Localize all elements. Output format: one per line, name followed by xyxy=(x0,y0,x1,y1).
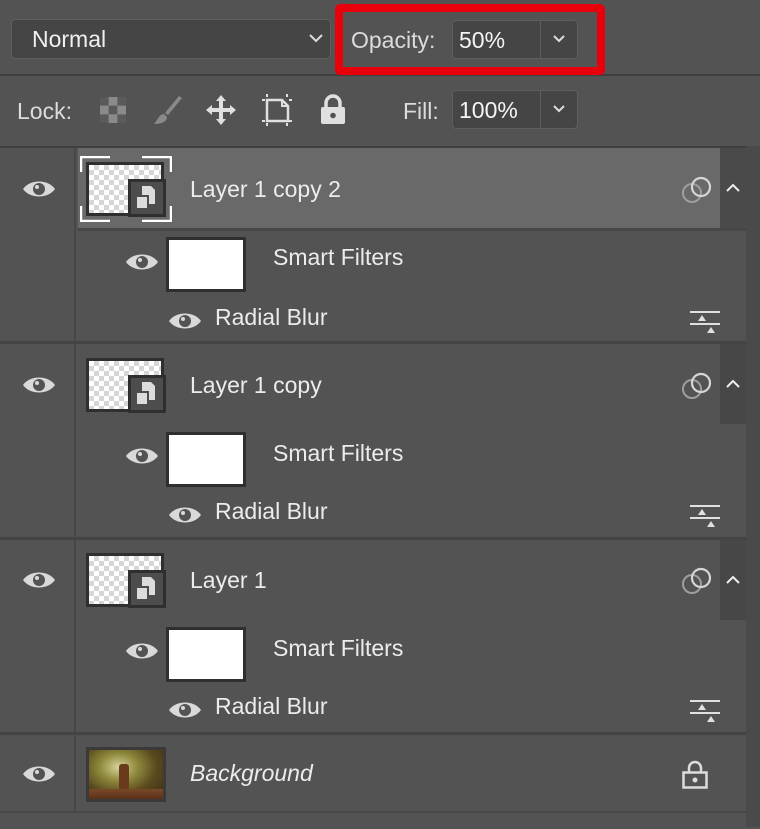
smart-filters-label[interactable]: Smart Filters xyxy=(273,440,403,467)
eye-icon[interactable] xyxy=(22,763,56,785)
layer-row-layer-1[interactable]: Layer 1 Smart Filters Radial Blur xyxy=(0,540,746,733)
smart-object-badge xyxy=(128,179,166,217)
smart-filter-link-icon xyxy=(682,372,712,399)
layer-name[interactable]: Background xyxy=(190,760,313,787)
lock-icon[interactable] xyxy=(680,759,710,791)
smart-filter-mask-thumbnail[interactable] xyxy=(166,432,246,487)
filter-name[interactable]: Radial Blur xyxy=(215,498,328,525)
lock-image-pixels-icon[interactable] xyxy=(151,93,185,127)
smart-filter-link-icon xyxy=(682,176,712,203)
chevron-down-icon xyxy=(309,34,323,43)
collapse-area[interactable] xyxy=(720,540,746,620)
eye-icon[interactable] xyxy=(168,310,202,332)
chevron-up-icon[interactable] xyxy=(725,378,741,390)
layer-name[interactable]: Layer 1 xyxy=(190,567,267,594)
smart-filters-label[interactable]: Smart Filters xyxy=(273,244,403,271)
layer-row-layer-1-copy[interactable]: Layer 1 copy Smart Filters Radial Blur xyxy=(0,344,746,538)
eye-icon[interactable] xyxy=(125,251,159,273)
scrollbar[interactable] xyxy=(746,146,760,827)
blend-mode-value: Normal xyxy=(32,26,107,52)
eye-icon[interactable] xyxy=(22,374,56,396)
panel-footer xyxy=(0,811,746,829)
eye-icon[interactable] xyxy=(168,699,202,721)
chevron-down-icon[interactable] xyxy=(551,102,567,116)
layer-name[interactable]: Layer 1 copy 2 xyxy=(190,176,341,203)
eye-icon[interactable] xyxy=(22,569,56,591)
smart-filter-mask-thumbnail[interactable] xyxy=(166,237,246,292)
smart-object-badge xyxy=(128,570,166,608)
divider xyxy=(540,91,541,128)
lock-transparent-pixels-icon[interactable] xyxy=(96,93,130,127)
blend-mode-dropdown[interactable]: Normal xyxy=(11,19,331,59)
smart-object-icon xyxy=(137,577,155,599)
eye-icon[interactable] xyxy=(22,178,56,200)
divider xyxy=(78,228,746,231)
lock-label: Lock: xyxy=(17,98,72,124)
chevron-up-icon[interactable] xyxy=(725,182,741,194)
fill-label: Fill: xyxy=(403,98,439,124)
lock-artboard-icon[interactable] xyxy=(260,93,294,127)
smart-object-icon xyxy=(137,186,155,208)
smart-object-badge xyxy=(128,375,166,413)
smart-object-icon xyxy=(137,382,155,404)
layer-row-layer-1-copy-2[interactable]: Layer 1 copy 2 Smart Filters Radial Blur xyxy=(0,148,746,342)
selected-row-highlight xyxy=(78,148,720,228)
layer-name[interactable]: Layer 1 copy xyxy=(190,372,322,399)
chevron-up-icon[interactable] xyxy=(725,574,741,586)
filter-blending-options-icon[interactable] xyxy=(689,310,721,334)
eye-icon[interactable] xyxy=(168,504,202,526)
fill-value[interactable]: 100% xyxy=(459,97,518,124)
highlight-box xyxy=(335,4,605,75)
collapse-area[interactable] xyxy=(720,344,746,424)
fill-input[interactable]: 100% xyxy=(452,90,578,129)
eye-icon[interactable] xyxy=(125,445,159,467)
smart-filter-mask-thumbnail[interactable] xyxy=(166,627,246,682)
filter-name[interactable]: Radial Blur xyxy=(215,693,328,720)
filter-blending-options-icon[interactable] xyxy=(689,504,721,528)
lock-position-icon[interactable] xyxy=(204,93,238,127)
smart-filters-label[interactable]: Smart Filters xyxy=(273,635,403,662)
lock-all-icon[interactable] xyxy=(316,93,350,127)
filter-blending-options-icon[interactable] xyxy=(689,699,721,723)
background-thumbnail[interactable] xyxy=(86,747,166,802)
filter-name[interactable]: Radial Blur xyxy=(215,304,328,331)
collapse-area[interactable] xyxy=(720,148,746,228)
layer-row-background[interactable]: Background xyxy=(0,735,746,811)
smart-filter-link-icon xyxy=(682,567,712,594)
eye-icon[interactable] xyxy=(125,640,159,662)
